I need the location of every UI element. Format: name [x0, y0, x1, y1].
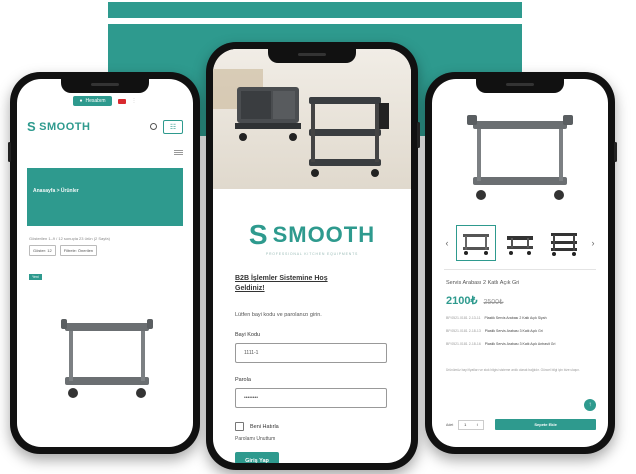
logo-mark-icon: S	[248, 219, 269, 250]
thumbnail-strip: ‹ ›	[432, 225, 608, 261]
variant-code: BP.0521.0181 2-18-16	[446, 342, 481, 346]
bin-cart-icon	[235, 87, 301, 141]
more-icon[interactable]: ⋮	[132, 98, 137, 104]
new-badge: Yeni	[29, 274, 42, 280]
variant-row[interactable]: BP.0521.0181 2-18-16 Plastik Servis Arab…	[432, 342, 608, 346]
scroll-top-button[interactable]: ↑	[584, 399, 596, 411]
account-button[interactable]: ● Hesabım	[73, 96, 112, 106]
hero-image	[213, 49, 411, 189]
show-count-select[interactable]: Göster: 12	[29, 245, 56, 256]
add-to-cart-row: Adet 1 ↕ Sepete Ekle	[446, 419, 596, 430]
quantity-label: Adet	[446, 422, 454, 427]
phone-product-detail: ‹ › Servis Arabası 2 Katlı Açık Gri 2100…	[425, 72, 617, 454]
stage: ● Hesabım ⋮ S SMOOTH ☷ Anasayfa > Ürünle…	[0, 0, 636, 474]
phone-side-button	[614, 142, 617, 162]
phone-notch	[61, 79, 149, 93]
sort-select[interactable]: Filtrele: Önerilen	[59, 245, 98, 256]
header-actions: ☷	[150, 119, 183, 134]
variant-name: Plastik Servis Arabası 3 Katlı Açık Antr…	[484, 342, 556, 346]
phone-screen: S SMOOTH PROFESSIONAL KITCHEN EQUIPMENTS…	[213, 49, 411, 463]
stock-note: Ürünümüz bayi fiyatları ve stok bilgisi …	[446, 368, 580, 372]
cart-product-icon	[61, 319, 153, 398]
brand-logo: S SMOOTH	[213, 219, 411, 251]
remember-me[interactable]: Beni Hatırla	[235, 422, 411, 431]
next-arrow-icon[interactable]: ›	[588, 238, 598, 248]
service-cart-icon	[467, 115, 573, 200]
stepper-icon[interactable]: ↕	[476, 422, 478, 427]
phone-side-button	[417, 122, 420, 148]
variant-name: Plastik Servis Arabası 2 Katlı Açık Siya…	[484, 316, 547, 320]
user-icon: ●	[79, 98, 83, 104]
thumbnail-1[interactable]	[456, 225, 496, 261]
account-label: Hesabım	[85, 98, 106, 104]
breadcrumb[interactable]: Anasayfa > Ürünler	[33, 188, 79, 194]
cart-thumb-icon	[463, 234, 489, 255]
arrow-up-icon: ↑	[588, 402, 592, 408]
login-button[interactable]: Giriş Yap	[235, 452, 279, 463]
page-banner: Anasayfa > Ürünler	[27, 168, 183, 226]
current-price: 2100₺	[446, 295, 478, 307]
phone-notch	[268, 49, 356, 63]
phone-screen: ‹ › Servis Arabası 2 Katlı Açık Gri 2100…	[432, 79, 608, 447]
cart-thumb-icon	[507, 236, 533, 255]
remember-checkbox[interactable]	[235, 422, 244, 431]
phone-screen: ● Hesabım ⋮ S SMOOTH ☷ Anasayfa > Ürünle…	[17, 79, 193, 447]
brand-tagline: PROFESSIONAL KITCHEN EQUIPMENTS	[265, 252, 359, 256]
quantity-value: 1	[464, 422, 467, 427]
quantity-stepper[interactable]: 1 ↕	[458, 419, 485, 430]
variant-code: BP.0521.0181 2-18-13	[446, 329, 481, 333]
variant-row[interactable]: BP.0521.0181 2-13-11 Plastik Servis Arab…	[432, 316, 608, 320]
welcome-title: B2B İşlemler Sistemine Hoş Geldiniz!	[235, 275, 328, 292]
product-main-image[interactable]	[432, 79, 608, 219]
variant-row[interactable]: BP.0521.0181 2-18-13 Plastik Servis Arab…	[432, 329, 608, 333]
prev-arrow-icon[interactable]: ‹	[442, 238, 452, 248]
cart-thumb-icon	[551, 233, 577, 256]
site-header: S SMOOTH ☷	[17, 109, 193, 138]
dealer-code-label: Bayi Kodu	[235, 332, 261, 338]
filter-bar: Göster: 12 Filtrele: Önerilen	[17, 245, 193, 256]
variant-name: Plastik Servis Arabası 3 Katlı Açık Gri	[484, 329, 543, 333]
variant-code: BP.0521.0181 2-13-11	[446, 316, 481, 320]
remember-label: Beni Hatırla	[250, 423, 279, 430]
price-row: 2100₺ 2500₺	[432, 286, 608, 307]
thumbnail-3[interactable]	[544, 225, 584, 261]
utility-cart-icon	[309, 97, 389, 177]
product-title: Servis Arabası 2 Katlı Açık Gri	[446, 280, 520, 286]
password-label: Parola	[235, 377, 251, 383]
login-instructions: Lütfen bayi kodu ve parolanızı girin.	[235, 312, 322, 318]
dealer-code-input[interactable]: 1111-1	[235, 343, 387, 363]
menu-icon[interactable]	[17, 138, 193, 156]
logo-mark-icon: S	[27, 119, 37, 134]
brand-logo[interactable]: S SMOOTH	[27, 119, 90, 134]
results-count: Gösterilen 1–9 / 12 sonuçta 23 ürün (2 S…	[29, 236, 110, 241]
search-icon[interactable]	[150, 123, 157, 130]
flag-icon[interactable]	[117, 98, 126, 104]
brand-name: SMOOTH	[272, 222, 376, 247]
phone-product-listing: ● Hesabım ⋮ S SMOOTH ☷ Anasayfa > Ürünle…	[8, 72, 200, 454]
phone-notch	[476, 79, 564, 93]
product-image[interactable]	[57, 311, 157, 416]
brand-name: SMOOTH	[39, 120, 91, 133]
add-to-cart-button[interactable]: Sepete Ekle	[495, 419, 596, 430]
old-price: 2500₺	[483, 299, 504, 306]
thumbnail-2[interactable]	[500, 225, 540, 261]
decor-teal-bar	[108, 2, 522, 18]
cart-icon[interactable]: ☷	[163, 119, 183, 134]
forgot-password-link[interactable]: Parolamı Unuttum	[235, 436, 411, 442]
password-input[interactable]: ••••••••	[235, 388, 387, 408]
phone-side-button	[8, 142, 11, 162]
phone-b2b-login: S SMOOTH PROFESSIONAL KITCHEN EQUIPMENTS…	[206, 42, 420, 470]
